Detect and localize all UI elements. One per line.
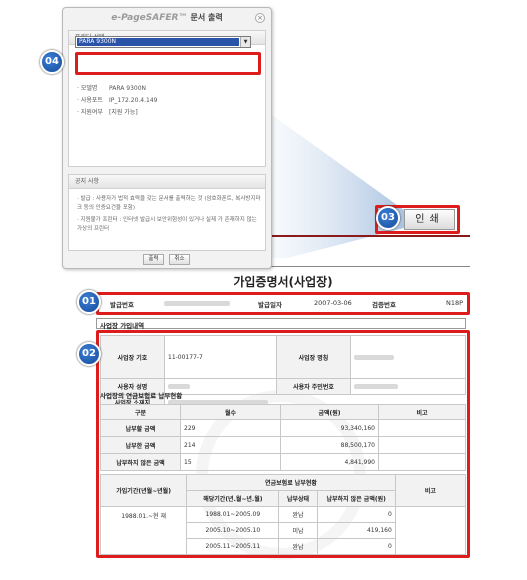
dialog-title: 문서 출력 [190, 13, 223, 22]
printer-select[interactable]: PARA 9300N ▼ [75, 36, 251, 48]
step-badge-03: 03 [376, 206, 400, 230]
printer-select-highlight [75, 52, 261, 75]
section-membership-label: 사업장 가입내역 [100, 322, 145, 330]
step-badge-04: 04 [40, 50, 64, 74]
print-dialog: e-PageSAFER™문서 출력 × 프린터 선택 PARA 9300N ▼ … [62, 7, 272, 269]
step-badge-01: 01 [77, 290, 101, 314]
document-title: 가입증명서(사업장) [233, 275, 333, 289]
notice-issue-text: · 발급 : 사용자가 법적 효력을 갖는 문서를 출력하는 것 (암호화폰트,… [77, 196, 261, 211]
cancel-button[interactable]: 취소 [169, 254, 190, 265]
dialog-title-bar: e-PageSAFER™ 문서 출력 [63, 8, 271, 28]
print-ok-button[interactable]: 출력 [143, 254, 164, 265]
meta-row-highlight [96, 292, 470, 315]
notice-unsupported-text: · 지원불가 프린터 : 인터넷 발급시 보안위험성이 있거나 실제 가 존재하… [77, 217, 257, 232]
step-badge-02: 02 [77, 342, 101, 366]
printer-select-value: PARA 9300N [77, 38, 239, 46]
dialog-brand: e-PageSAFER™ [111, 13, 188, 23]
content-highlight [96, 330, 470, 558]
notice-section-header: 공지 사항 [69, 175, 265, 189]
notice-panel: 공지 사항 · 발급 : 사용자가 법적 효력을 갖는 문서를 출력하는 것 (… [68, 174, 266, 251]
info-model: · 모델명 PARA 9300N [77, 85, 147, 92]
membership-section-frame [96, 318, 466, 329]
chevron-down-icon[interactable]: ▼ [240, 37, 250, 47]
info-port: · 사용포트 IP_172.20.4.149 [77, 97, 158, 104]
header-divider [258, 235, 470, 237]
close-icon[interactable]: × [255, 13, 265, 23]
info-support: · 지원여부 [지원 가능] [77, 109, 138, 116]
